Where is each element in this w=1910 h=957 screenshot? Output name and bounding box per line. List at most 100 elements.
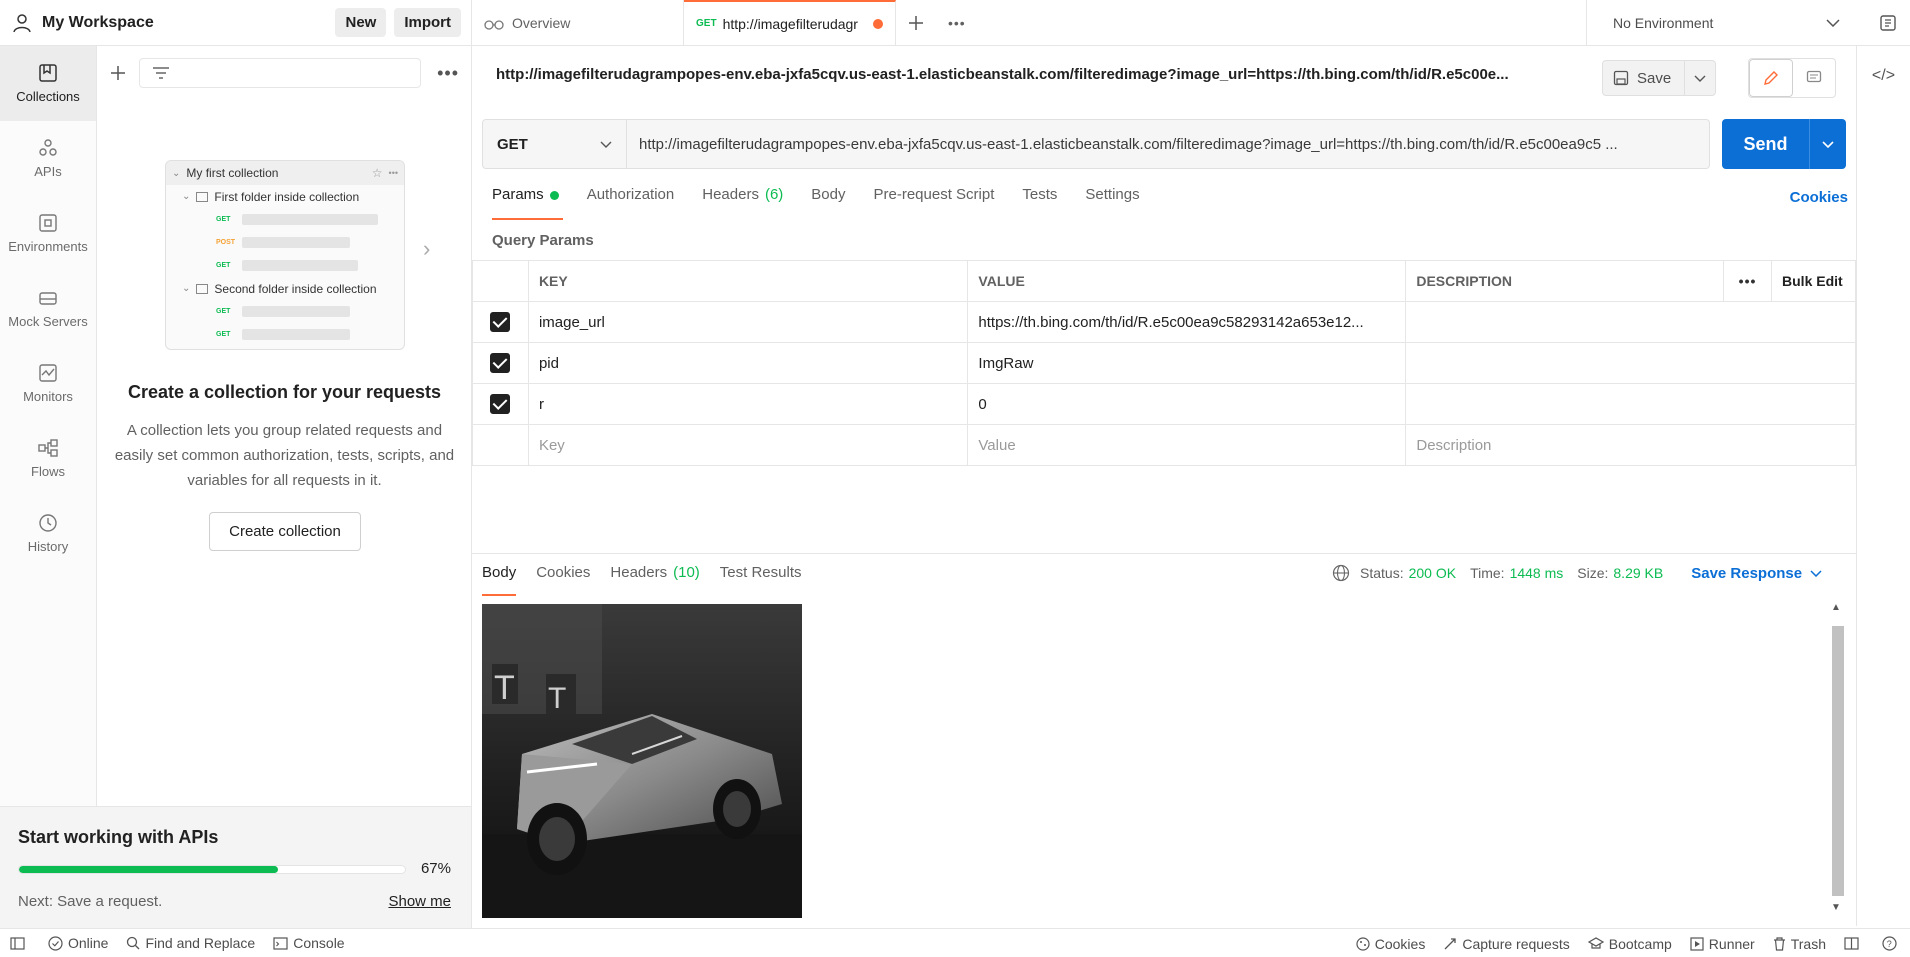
- sidebar-item-environments[interactable]: Environments: [0, 196, 96, 271]
- response-tab-body[interactable]: Body: [482, 564, 517, 596]
- param-key[interactable]: r: [527, 383, 969, 425]
- new-button[interactable]: New: [335, 8, 387, 37]
- edit-mode-button[interactable]: [1749, 59, 1793, 97]
- help-button[interactable]: ?: [1882, 936, 1902, 951]
- method-select[interactable]: GET: [482, 119, 627, 169]
- response-scrollbar[interactable]: ▲ ▼: [1828, 602, 1846, 916]
- param-description[interactable]: [1405, 383, 1856, 425]
- param-description[interactable]: [1405, 301, 1856, 343]
- tab-authorization[interactable]: Authorization: [587, 186, 675, 220]
- param-value[interactable]: https://th.bing.com/th/id/R.e5c00ea9c582…: [967, 301, 1407, 343]
- param-value[interactable]: ImgRaw: [967, 342, 1407, 384]
- create-collection-button[interactable]: Create collection: [209, 512, 361, 551]
- param-checkbox[interactable]: [490, 312, 511, 332]
- save-response-button[interactable]: Save Response: [1691, 565, 1802, 582]
- send-button[interactable]: Send: [1722, 119, 1846, 169]
- new-param-description[interactable]: Description: [1405, 424, 1856, 466]
- help-icon: ?: [1882, 936, 1897, 951]
- code-icon[interactable]: </>: [1857, 46, 1910, 106]
- tab-pre-request-script[interactable]: Pre-request Script: [874, 186, 995, 220]
- tab-label: Overview: [512, 14, 571, 31]
- param-value[interactable]: 0: [967, 383, 1407, 425]
- skeleton-line: [242, 237, 350, 248]
- sidebar-item-monitors[interactable]: Monitors: [0, 346, 96, 421]
- response-tabs: Body Cookies Headers (10) Test Results: [482, 564, 822, 596]
- runner-button[interactable]: Runner: [1690, 936, 1755, 952]
- param-key[interactable]: pid: [527, 342, 969, 384]
- table-more-button[interactable]: •••: [1723, 260, 1773, 302]
- more-options-icon[interactable]: •••: [437, 63, 459, 84]
- monitors-icon: [39, 364, 57, 382]
- sidebar-item-history[interactable]: History: [0, 496, 96, 571]
- tab-headers[interactable]: Headers (6): [702, 186, 783, 220]
- console-button[interactable]: Console: [273, 935, 345, 951]
- find-replace-button[interactable]: Find and Replace: [126, 935, 255, 951]
- response-divider[interactable]: [472, 553, 1856, 554]
- tab-request[interactable]: GET http://imagefilterudagr: [684, 0, 896, 45]
- workspace-title[interactable]: My Workspace: [42, 14, 327, 32]
- collections-icon: [39, 64, 57, 82]
- tab-overview[interactable]: Overview: [472, 0, 684, 45]
- bootcamp-button[interactable]: Bootcamp: [1587, 936, 1672, 952]
- sidebar-item-mock-servers[interactable]: Mock Servers: [0, 271, 96, 346]
- globe-icon[interactable]: [1332, 564, 1350, 582]
- toggle-sidebar-button[interactable]: [10, 936, 30, 950]
- save-dropdown[interactable]: [1685, 75, 1715, 82]
- param-checkbox[interactable]: [490, 394, 511, 414]
- sidebar-item-collections[interactable]: Collections: [0, 46, 96, 121]
- request-name[interactable]: http://imagefilterudagrampopes-env.eba-j…: [496, 66, 1556, 83]
- tab-label: Pre-request Script: [873, 186, 995, 203]
- param-key[interactable]: image_url: [527, 301, 969, 343]
- response-tab-test-results[interactable]: Test Results: [720, 564, 802, 596]
- onboarding-next-step: Next: Save a request.: [18, 893, 163, 910]
- environment-selector[interactable]: No Environment: [1586, 0, 1866, 45]
- import-button[interactable]: Import: [394, 8, 461, 37]
- folder-icon: [196, 191, 209, 202]
- table-header-row: KEY VALUE DESCRIPTION ••• Bulk Edit: [472, 260, 1856, 302]
- chevron-right-icon[interactable]: ›: [423, 236, 430, 262]
- trash-button[interactable]: Trash: [1773, 936, 1826, 952]
- environment-quick-look-button[interactable]: [1866, 0, 1910, 45]
- sidebar-item-flows[interactable]: Flows: [0, 421, 96, 496]
- online-status[interactable]: Online: [48, 935, 108, 951]
- new-param-value[interactable]: Value: [967, 424, 1407, 466]
- two-pane-button[interactable]: [1844, 937, 1864, 950]
- filter-input[interactable]: [139, 58, 422, 88]
- overview-icon: [484, 19, 504, 30]
- comments-button[interactable]: [1793, 59, 1835, 97]
- param-checkbox[interactable]: [490, 353, 511, 373]
- send-label[interactable]: Send: [1722, 119, 1810, 169]
- tab-body[interactable]: Body: [811, 186, 845, 220]
- tab-params[interactable]: Params: [492, 186, 563, 220]
- tab-settings[interactable]: Settings: [1085, 186, 1139, 220]
- history-icon: [39, 514, 57, 532]
- new-tab-button[interactable]: [896, 0, 936, 45]
- save-main[interactable]: Save: [1603, 61, 1685, 95]
- response-tab-headers[interactable]: Headers (10): [610, 564, 699, 596]
- sidebar-item-apis[interactable]: APIs: [0, 121, 96, 196]
- cookies-footer-button[interactable]: Cookies: [1356, 936, 1425, 952]
- tabs-more-button[interactable]: •••: [936, 0, 978, 45]
- bulk-edit-button[interactable]: Bulk Edit: [1771, 260, 1856, 302]
- save-button[interactable]: Save: [1602, 60, 1716, 96]
- send-dropdown[interactable]: [1810, 119, 1846, 169]
- query-params-label: Query Params: [492, 232, 594, 249]
- scroll-up-icon[interactable]: ▲: [1831, 602, 1841, 613]
- chevron-down-icon[interactable]: [1810, 569, 1822, 577]
- capture-requests-button[interactable]: Capture requests: [1443, 936, 1570, 952]
- scroll-down-icon[interactable]: ▼: [1831, 902, 1841, 913]
- cookies-link[interactable]: Cookies: [1790, 189, 1848, 206]
- illus-method: GET: [216, 331, 231, 338]
- size-value[interactable]: 8.29 KB: [1613, 565, 1663, 581]
- response-tab-cookies[interactable]: Cookies: [536, 564, 590, 596]
- show-me-link[interactable]: Show me: [388, 893, 451, 910]
- param-description[interactable]: [1405, 342, 1856, 384]
- new-param-key[interactable]: Key: [527, 424, 969, 466]
- plus-icon[interactable]: [109, 64, 127, 82]
- tab-tests[interactable]: Tests: [1022, 186, 1057, 220]
- url-input[interactable]: http://imagefilterudagrampopes-env.eba-j…: [627, 119, 1710, 169]
- status-value[interactable]: 200 OK: [1409, 565, 1456, 581]
- scroll-thumb[interactable]: [1832, 626, 1844, 896]
- time-value[interactable]: 1448 ms: [1510, 565, 1564, 581]
- url-value: http://imagefilterudagrampopes-env.eba-j…: [639, 135, 1618, 153]
